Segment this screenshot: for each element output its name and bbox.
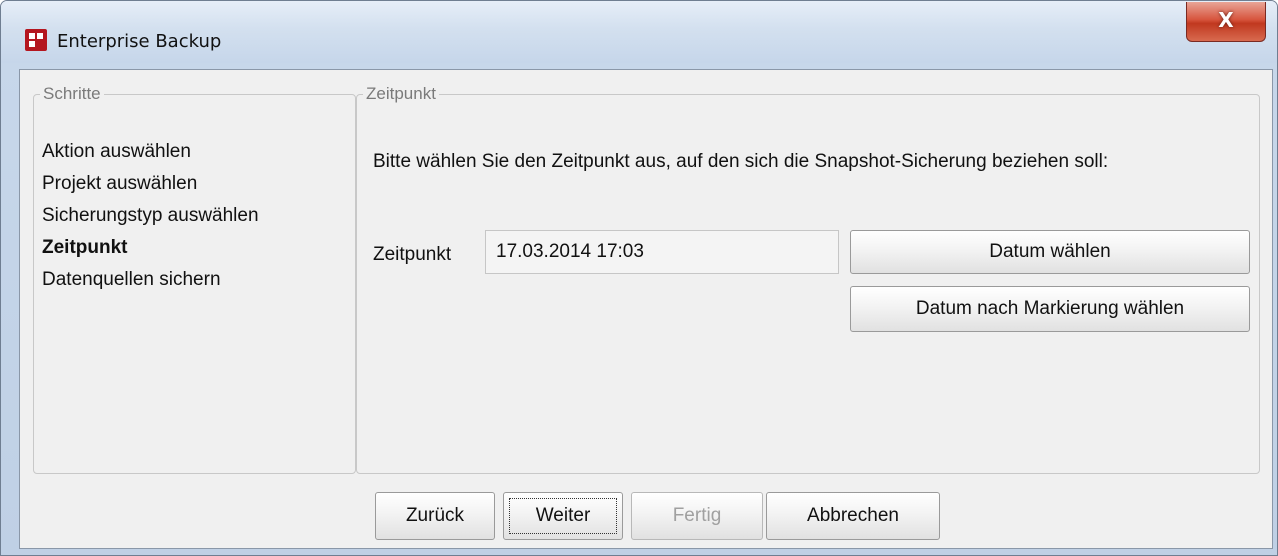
zeitpunkt-label: Zeitpunkt bbox=[373, 244, 452, 265]
app-icon bbox=[25, 29, 47, 51]
step-item: Sicherungstyp auswählen bbox=[42, 205, 259, 226]
zeitpunkt-panel: Zeitpunkt Bitte wählen Sie den Zeitpunkt… bbox=[356, 84, 1260, 474]
window-title: Enterprise Backup bbox=[57, 31, 222, 52]
enterprise-backup-window: Enterprise Backup X Schritte Aktion ausw… bbox=[0, 0, 1278, 556]
wizard-content: Schritte Aktion auswählen Projekt auswäh… bbox=[19, 69, 1273, 549]
close-icon: X bbox=[1218, 8, 1234, 32]
zeitpunkt-input[interactable] bbox=[485, 230, 839, 274]
next-button[interactable]: Weiter bbox=[503, 492, 623, 540]
step-item: Projekt auswählen bbox=[42, 173, 198, 194]
cancel-button[interactable]: Abbrechen bbox=[766, 492, 940, 540]
steps-panel: Schritte Aktion auswählen Projekt auswäh… bbox=[33, 84, 356, 474]
finish-button: Fertig bbox=[631, 492, 763, 540]
choose-date-button[interactable]: Datum wählen bbox=[850, 230, 1250, 274]
back-button[interactable]: Zurück bbox=[375, 492, 495, 540]
instruction-text: Bitte wählen Sie den Zeitpunkt aus, auf … bbox=[373, 151, 1109, 172]
choose-date-by-marker-button[interactable]: Datum nach Markierung wählen bbox=[850, 286, 1250, 332]
steps-legend: Schritte bbox=[43, 84, 101, 103]
step-item-active: Zeitpunkt bbox=[42, 237, 128, 258]
title-bar[interactable]: Enterprise Backup X bbox=[1, 1, 1277, 63]
step-item: Aktion auswählen bbox=[42, 141, 191, 162]
zeitpunkt-legend: Zeitpunkt bbox=[366, 84, 436, 103]
close-button[interactable]: X bbox=[1186, 2, 1266, 42]
step-item: Datenquellen sichern bbox=[42, 269, 221, 290]
step-list: Aktion auswählen Projekt auswählen Siche… bbox=[42, 136, 259, 296]
